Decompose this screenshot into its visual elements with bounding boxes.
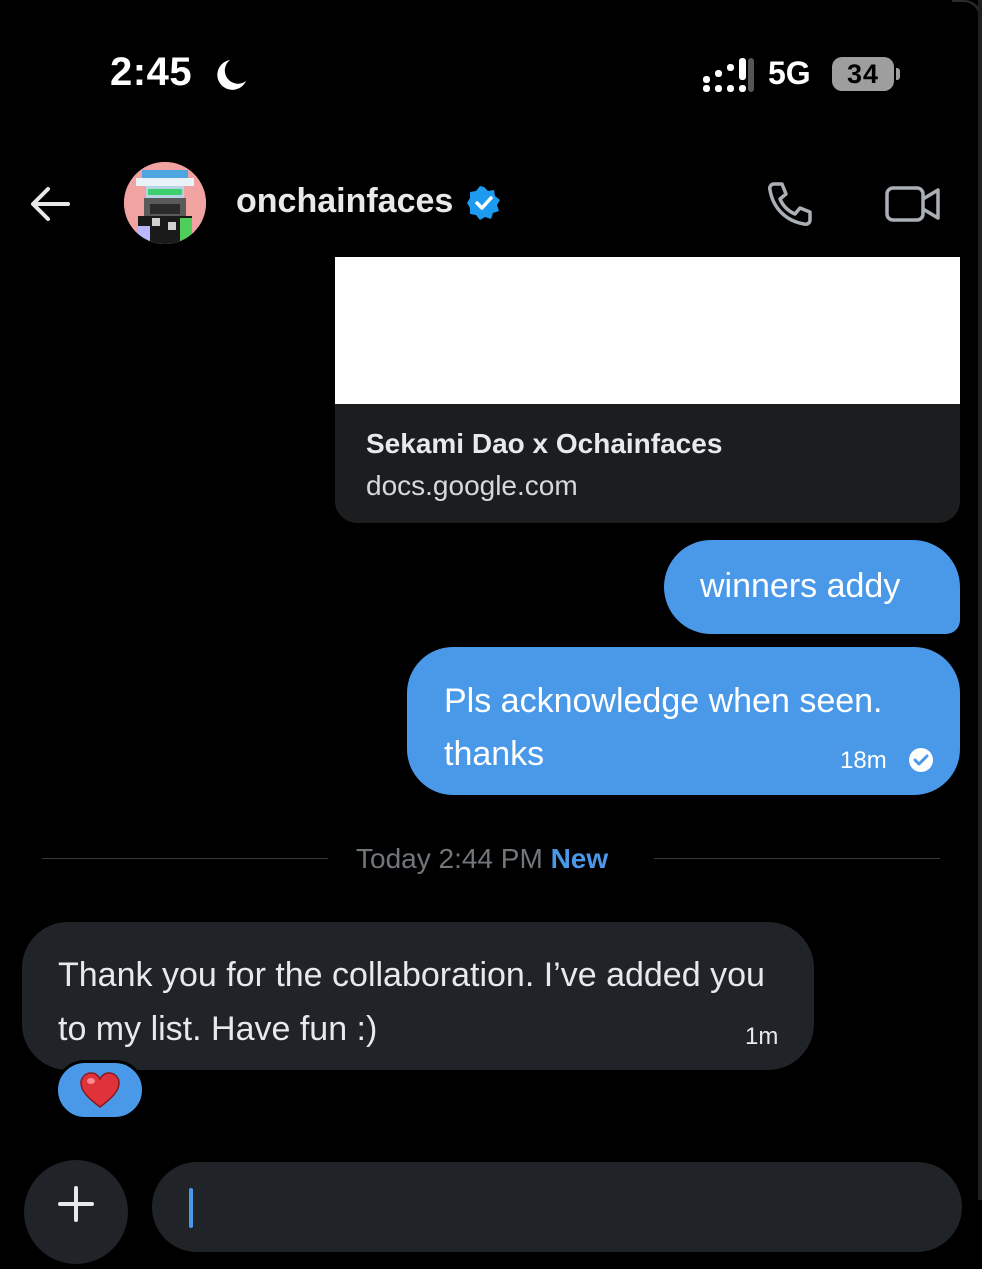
battery-indicator: 34	[832, 57, 894, 91]
battery-level: 34	[846, 58, 880, 89]
read-check-icon	[909, 748, 933, 772]
device-frame-edge	[978, 0, 982, 1200]
link-domain: docs.google.com	[366, 470, 578, 501]
add-attachment-button[interactable]	[24, 1160, 128, 1264]
message-bubble-outgoing[interactable]: winners addy	[664, 540, 960, 634]
plus-icon	[58, 1186, 94, 1222]
video-camera-icon[interactable]	[884, 182, 942, 226]
message-timestamp: 1m	[745, 1023, 779, 1050]
message-timestamp: 18m	[840, 747, 887, 774]
status-time: 2:45	[110, 50, 193, 94]
new-messages-label: New	[550, 843, 609, 874]
message-input[interactable]	[152, 1162, 962, 1252]
network-type: 5G	[768, 55, 811, 91]
divider-timestamp: Today 2:44 PM	[356, 843, 543, 874]
pixel-face-avatar-icon	[124, 162, 206, 244]
message-bubble-incoming[interactable]: Thank you for the collaboration. I’ve ad…	[22, 922, 814, 1070]
message-text: Thank you for the collaboration. I’ve ad…	[58, 956, 765, 1048]
message-text: winners addy	[700, 567, 901, 605]
link-title: Sekami Dao x Ochainfaces	[366, 428, 723, 459]
divider-line	[42, 858, 328, 859]
link-preview-card[interactable]: Sekami Dao x Ochainfaces docs.google.com	[335, 257, 960, 523]
message-bubble-outgoing[interactable]: Pls acknowledge when seen. thanks 18m	[407, 647, 960, 795]
dm-conversation-screen: 2:45 5G 34 onchainfaces Sekami Dao x Och…	[0, 0, 982, 1264]
back-arrow-icon[interactable]	[26, 180, 74, 228]
contact-name[interactable]: onchainfaces	[236, 182, 453, 221]
reaction-badge[interactable]	[55, 1060, 145, 1120]
verified-badge-icon	[467, 186, 500, 220]
moon-icon	[217, 60, 246, 90]
text-caret	[189, 1188, 193, 1228]
heart-icon	[80, 1072, 120, 1108]
link-preview-image	[335, 257, 960, 404]
signal-icon	[703, 58, 754, 92]
date-divider: Today 2:44 PM New	[356, 843, 608, 875]
battery-nub	[896, 68, 900, 80]
phone-icon[interactable]	[766, 180, 816, 228]
divider-line	[654, 858, 940, 859]
avatar[interactable]	[124, 162, 206, 244]
